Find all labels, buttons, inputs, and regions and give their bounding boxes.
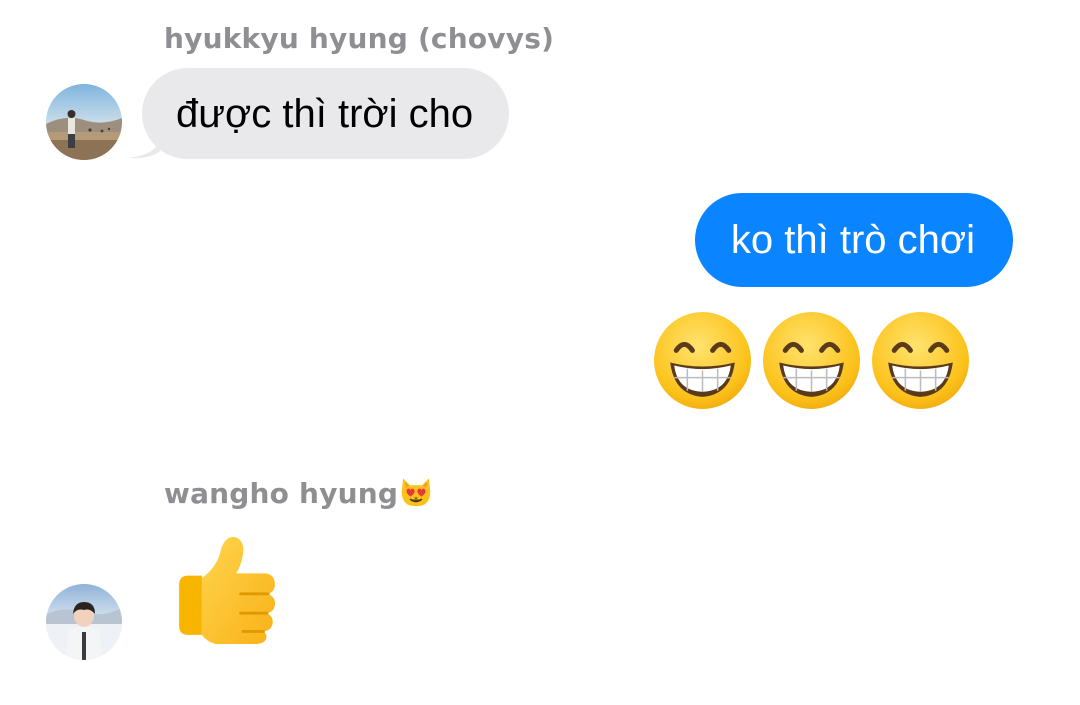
avatar[interactable]	[46, 84, 122, 160]
emoji-message[interactable]	[652, 310, 971, 411]
incoming-message-bubble[interactable]: được thì trời cho	[128, 68, 510, 159]
sender-name: wangho hyung	[164, 475, 433, 510]
profile-photo-icon	[46, 84, 122, 160]
grinning-face-icon	[654, 312, 751, 409]
thumbs-up-icon[interactable]	[170, 530, 284, 644]
message-text: ko thì trò chơi	[730, 218, 975, 262]
message-text: được thì trời cho	[176, 91, 474, 136]
chat-transcript: hyukkyu hyung (chovys) được thì trời cho…	[0, 0, 1080, 705]
bubble-tail-icon	[128, 133, 160, 159]
grinning-face-icon	[872, 312, 969, 409]
outgoing-message-bubble[interactable]: ko thì trò chơi	[694, 193, 1013, 287]
grinning-face-icon	[763, 312, 860, 409]
heart-eyes-cat-icon	[401, 478, 431, 507]
sender-name: hyukkyu hyung (chovys)	[164, 22, 555, 55]
profile-photo-icon	[46, 584, 122, 660]
sender-name-text: wangho hyung	[164, 477, 399, 510]
avatar[interactable]	[46, 584, 122, 660]
